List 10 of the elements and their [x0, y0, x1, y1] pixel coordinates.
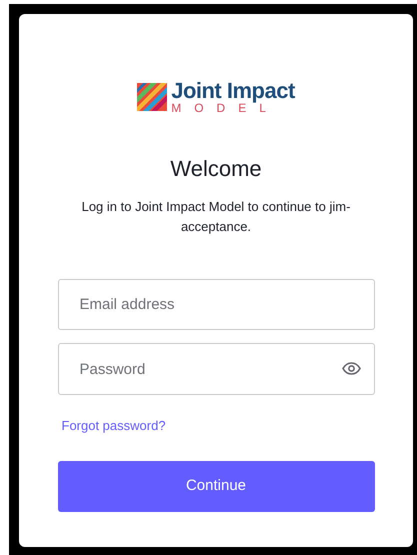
email-field[interactable]: Email address: [58, 279, 374, 330]
logo-icon: [137, 83, 168, 111]
password-field[interactable]: Password: [58, 343, 374, 395]
forgot-password-link[interactable]: Forgot password?: [62, 418, 166, 433]
description-text: Log in to Joint Impact Model to continue to jim-acceptance.: [80, 198, 352, 236]
welcome-heading: Welcome: [170, 155, 262, 183]
eye-icon[interactable]: [342, 362, 360, 375]
logo-tagline: MODEL: [171, 102, 279, 114]
logo-name: Joint Impact: [171, 80, 295, 102]
continue-button[interactable]: Continue: [58, 461, 374, 512]
